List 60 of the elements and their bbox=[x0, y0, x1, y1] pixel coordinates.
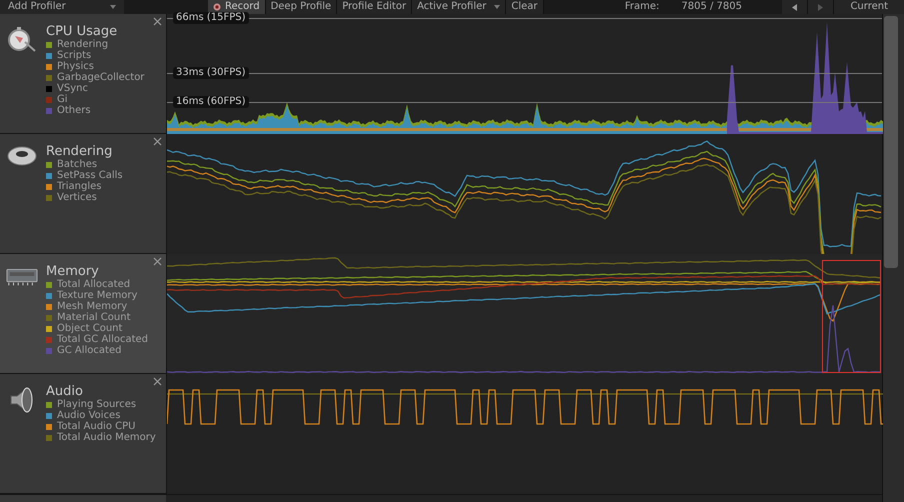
chip-icon bbox=[6, 266, 38, 286]
caret-icon bbox=[494, 5, 500, 9]
module-panel[interactable]: Rendering Batches SetPass Calls Triangles Vertices bbox=[0, 134, 166, 253]
legend-label: Total Allocated bbox=[57, 279, 130, 290]
legend-label: Material Count bbox=[57, 312, 131, 323]
record-icon bbox=[213, 3, 221, 11]
legend-label: Playing Sources bbox=[57, 399, 136, 410]
close-icon bbox=[153, 137, 162, 146]
close-button[interactable] bbox=[153, 137, 162, 146]
legend-label: Mesh Memory bbox=[57, 301, 128, 312]
legend-label: Others bbox=[57, 105, 91, 116]
module-title: CPU Usage bbox=[46, 24, 118, 39]
frame-label: Frame: bbox=[624, 2, 660, 12]
caret-icon bbox=[110, 5, 116, 9]
guide-label: 16ms (60FPS) bbox=[173, 96, 249, 108]
toggle-button[interactable]: Profile Editor bbox=[337, 0, 412, 14]
guide-label: 33ms (30FPS) bbox=[173, 67, 249, 79]
legend-label: GC Allocated bbox=[57, 345, 122, 356]
left-arrow-icon bbox=[792, 4, 797, 10]
legend-label: Audio Voices bbox=[57, 410, 120, 421]
legend-label: Object Count bbox=[57, 323, 122, 334]
legend-label: SetPass Calls bbox=[57, 170, 123, 181]
legend-label: Total GC Allocated bbox=[57, 334, 148, 345]
active-profiler-dropdown[interactable]: Active Profiler bbox=[412, 0, 506, 14]
close-icon bbox=[153, 17, 162, 26]
frame-number: 7805 / 7805 bbox=[681, 2, 742, 12]
add-profiler-dropdown[interactable]: Add Profiler bbox=[0, 0, 124, 14]
legend-label: VSync bbox=[57, 83, 88, 94]
toggle-button[interactable]: Deep Profile bbox=[266, 0, 338, 14]
legend-label: Scripts bbox=[57, 50, 92, 61]
module-title: Rendering bbox=[46, 144, 114, 159]
close-button[interactable] bbox=[153, 17, 162, 26]
speaker-icon bbox=[9, 386, 35, 414]
module-title: Audio bbox=[46, 384, 84, 399]
legend-label: Batches bbox=[57, 159, 98, 170]
legend-label: Texture Memory bbox=[57, 290, 138, 301]
legend-label: Vertices bbox=[57, 192, 97, 203]
scrollbar-thumb[interactable] bbox=[884, 16, 898, 268]
legend-label: Physics bbox=[57, 61, 94, 72]
clear-button[interactable]: Clear bbox=[506, 0, 544, 14]
module-panel[interactable]: Audio Playing Sources Audio Voices Total Audio CPU Total Audio Memory bbox=[0, 374, 166, 493]
module-title: Memory bbox=[46, 264, 100, 279]
current-frame-button[interactable]: Current bbox=[834, 0, 904, 14]
close-icon bbox=[153, 377, 162, 386]
guide-label: 66ms (15FPS) bbox=[173, 12, 249, 24]
legend-label: Total Audio CPU bbox=[57, 421, 136, 432]
legend-label: Rendering bbox=[57, 39, 108, 50]
legend-label: Gi bbox=[57, 94, 68, 105]
torus-icon bbox=[7, 146, 37, 166]
stopwatch-icon bbox=[7, 26, 37, 52]
close-button[interactable] bbox=[153, 257, 162, 266]
close-button[interactable] bbox=[153, 377, 162, 386]
module-panel[interactable]: CPU Usage Rendering Scripts Physics GarbageCollector VSync Gi Others bbox=[0, 14, 166, 133]
previous-frame-button[interactable] bbox=[782, 0, 808, 14]
module-panel[interactable]: Memory Total Allocated Texture Memory Mesh Memory Material Count Object Count Total GC Allocated GC Allocated bbox=[0, 254, 166, 373]
right-arrow-icon bbox=[818, 4, 823, 10]
legend-label: GarbageCollector bbox=[57, 72, 144, 83]
legend-label: Total Audio Memory bbox=[57, 432, 156, 443]
legend-label: Triangles bbox=[57, 181, 102, 192]
close-icon bbox=[153, 257, 162, 266]
